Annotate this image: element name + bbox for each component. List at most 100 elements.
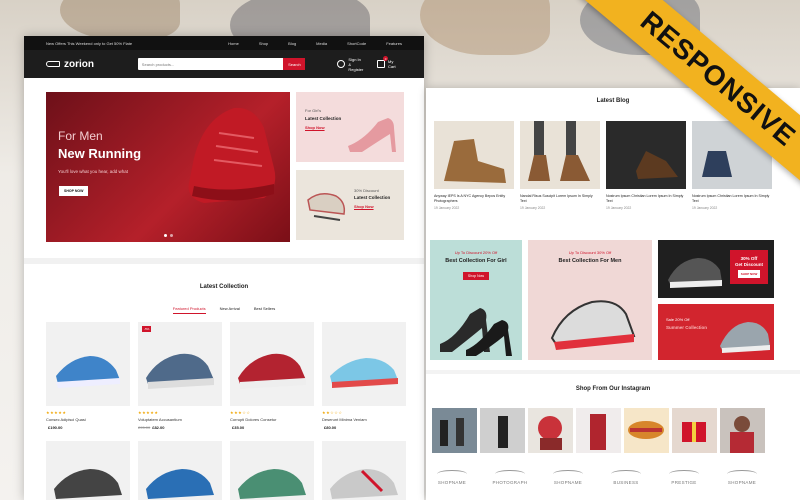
sandal-image	[307, 193, 346, 221]
brand-logo[interactable]: BUSINESS	[604, 470, 648, 485]
brand-logo[interactable]: PRESTIGE	[662, 470, 706, 485]
promo-girls-kicker: For Girl's	[305, 108, 322, 113]
promo-girls-banner[interactable]: For Girl's Latest Collection Shop Now	[296, 92, 404, 162]
pink-heel-image	[348, 118, 396, 152]
promo-girls-title: Latest Collection	[305, 116, 342, 121]
promo-discount-banner[interactable]: 30% Discount Latest Collection Shop Now	[296, 170, 404, 240]
cart-icon	[377, 60, 386, 68]
blog-date: 19 January 2022	[520, 206, 546, 210]
girls-kicker: Up To Discount 20% Off	[454, 250, 498, 255]
nav-blog[interactable]: Blog	[288, 41, 296, 46]
cart-link[interactable]: 0 My Cart	[377, 56, 402, 69]
brand-name: BUSINESS	[613, 480, 639, 485]
nav-features[interactable]: Features	[386, 41, 402, 46]
brand-logo[interactable]: SHOPNAME	[720, 470, 764, 485]
product-name[interactable]: Deserunt Minima Veniam	[322, 417, 406, 422]
blog-post-title[interactable]: Nostrum Ipsum Christian Lorem Ipsum In S…	[692, 194, 772, 204]
product-name[interactable]: Consec Adipisci Quasi	[46, 417, 130, 422]
product-card[interactable]: ★★★☆☆ Corrupti Dolores Consetur £35.00	[230, 322, 314, 430]
promo-girls-link[interactable]: Shop Now	[305, 125, 325, 130]
product-image[interactable]	[230, 441, 314, 500]
blog-post-title[interactable]: Anyway IEPS Is A NYC Agency Bepos Entity…	[434, 194, 514, 204]
shoe-logo-icon	[46, 61, 60, 67]
instagram-image[interactable]	[624, 408, 669, 453]
instagram-image[interactable]	[480, 408, 525, 453]
blog-image[interactable]	[434, 121, 514, 189]
old-price: £95.00	[138, 425, 151, 430]
hero-description: You'll love what you hear, add what	[58, 169, 128, 174]
current-price: £35.00	[232, 425, 245, 430]
instagram-image[interactable]	[432, 408, 477, 453]
brand-name: SHOPNAME	[727, 480, 757, 485]
mens-collection-banner[interactable]: Up To Discount 30% Off Best Collection F…	[528, 240, 652, 360]
nav-home[interactable]: Home	[228, 41, 239, 46]
product-name[interactable]: Corrupti Dolores Consetur	[230, 417, 314, 422]
product-price: £95.00 £82.00	[138, 425, 222, 430]
promo-discount-link[interactable]: Shop Now	[354, 204, 374, 209]
brand-logo[interactable]: PHOTOGRAPH	[488, 470, 532, 485]
blog-post-title[interactable]: Nostrum Ipsum Christian Lorem Ipsum In S…	[606, 194, 686, 204]
slider-dots[interactable]	[164, 234, 173, 237]
tab-new-arrival[interactable]: New Arrival	[220, 306, 240, 314]
product-card[interactable]: -5% ★★★★★ Voluptatem Accusantium £95.00 £…	[138, 322, 222, 430]
blog-card[interactable]: Anyway IEPS Is A NYC Agency Bepos Entity…	[434, 121, 514, 210]
logo-text: zorion	[64, 58, 94, 70]
product-image[interactable]	[46, 322, 130, 406]
product-image[interactable]	[322, 322, 406, 406]
offer-text: New Offers This Weekend only to Get 50% …	[46, 40, 133, 46]
rating-stars: ★★★★★	[138, 410, 159, 415]
girls-shop-button[interactable]: Shop Now	[462, 272, 490, 280]
nav-media[interactable]: Media	[316, 41, 327, 46]
blog-date: 19 January 2022	[692, 206, 718, 210]
latest-collection-title: Latest Collection	[199, 284, 249, 290]
instagram-image[interactable]	[528, 408, 573, 453]
collection-tabs: Featured Products New Arrival Best Selle…	[24, 306, 424, 314]
girls-title: Best Collection For Girl	[445, 258, 507, 264]
hero-shop-button[interactable]: SHOP NOW	[59, 186, 89, 196]
blog-date: 19 January 2022	[434, 206, 460, 210]
blog-card[interactable]: Nostrum Ipsum Christian Lorem Ipsum In S…	[606, 121, 686, 210]
nav-shortcode[interactable]: ShortCode	[347, 41, 366, 46]
user-icon	[337, 60, 346, 68]
grey-sneaker-image	[720, 322, 770, 353]
account-link[interactable]: Sign In & Register	[337, 57, 367, 72]
instagram-image[interactable]	[720, 408, 765, 453]
product-card[interactable]: ★★☆☆☆ Deserunt Minima Veniam £80.00	[322, 322, 406, 430]
blog-image[interactable]	[520, 121, 600, 189]
summer-kicker: Sale 20% Off	[666, 317, 690, 322]
product-name[interactable]: Voluptatem Accusantium	[138, 417, 222, 422]
search-button[interactable]: Search	[283, 58, 306, 70]
brand-name: SHOPNAME	[553, 480, 583, 485]
product-image[interactable]	[322, 441, 406, 500]
instagram-image[interactable]	[672, 408, 717, 453]
discount-shop-button[interactable]: SHOP NOW	[737, 270, 761, 278]
mens-sneaker-image	[550, 300, 636, 350]
current-price: £80.00	[324, 425, 337, 430]
brand-logo[interactable]: SHOPNAME	[546, 470, 590, 485]
top-bar: New Offers This Weekend only to Get 50% …	[24, 36, 424, 50]
product-image[interactable]	[138, 441, 222, 500]
hero-title: New Running	[58, 146, 142, 161]
blog-image[interactable]	[606, 121, 686, 189]
product-card[interactable]: ★★★★★ Consec Adipisci Quasi £190.00	[46, 322, 130, 430]
girls-collection-banner[interactable]: Up To Discount 20% Off Best Collection F…	[430, 240, 522, 360]
nav-shop[interactable]: Shop	[259, 41, 268, 46]
product-image[interactable]	[46, 441, 130, 500]
blog-post-title[interactable]: Nandal Risus Suscipit Lorem Ipsum In Sim…	[520, 194, 600, 204]
product-image[interactable]: -5%	[138, 322, 222, 406]
brand-logo[interactable]: SHOPNAME	[430, 470, 474, 485]
current-price: £82.00	[152, 425, 165, 430]
brand-name: PRESTIGE	[671, 480, 697, 485]
summer-collection-banner[interactable]: Sale 20% Off Summer Collection	[658, 304, 774, 360]
product-image[interactable]	[230, 322, 314, 406]
hero-banner: For Men New Running You'll love what you…	[46, 92, 290, 242]
tab-featured[interactable]: Featured Products	[173, 306, 206, 314]
logo[interactable]: zorion	[46, 59, 138, 70]
discount-banner[interactable]: 30% Off Get Discount SHOP NOW	[658, 240, 774, 298]
blog-card[interactable]: Nandal Risus Suscipit Lorem Ipsum In Sim…	[520, 121, 600, 210]
tab-best-sellers[interactable]: Best Sellers	[254, 306, 275, 314]
search-input[interactable]: Search products...	[138, 62, 284, 67]
product-price: £80.00	[322, 425, 406, 430]
dark-sneaker-image	[668, 258, 722, 288]
instagram-image[interactable]	[576, 408, 621, 453]
